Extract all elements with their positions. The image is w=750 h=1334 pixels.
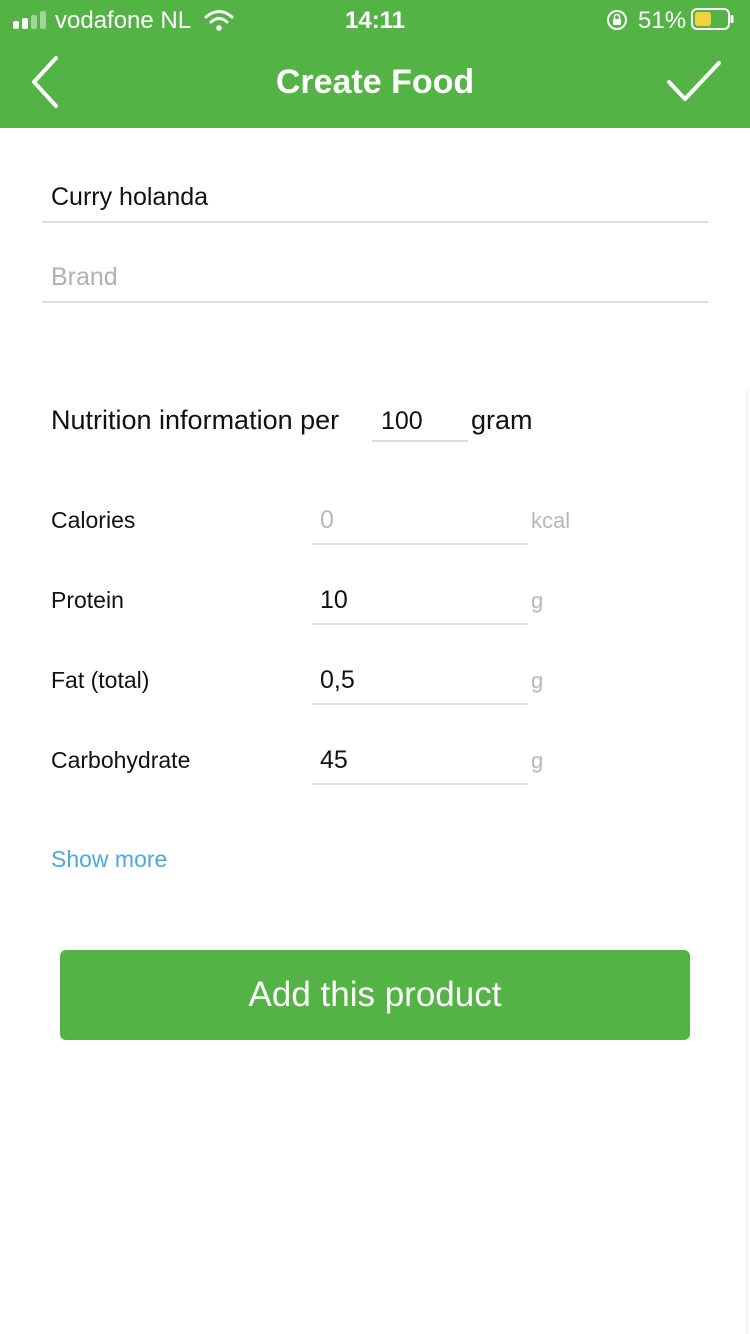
scroll-edge: [746, 390, 748, 1334]
nutrient-unit: g: [531, 668, 544, 693]
battery-percent: 51%: [638, 7, 687, 34]
nutrient-unit: g: [531, 748, 544, 773]
create-food-screen: vodafone NL 14:11 51% Create Food Curry …: [0, 0, 750, 1334]
brand-field[interactable]: [42, 253, 708, 303]
calories-input[interactable]: [312, 497, 528, 543]
nutrient-row-protein: Protein g: [0, 577, 750, 627]
status-bar: vodafone NL 14:11 51%: [0, 0, 750, 40]
add-product-button[interactable]: Add this product: [60, 950, 690, 1040]
nutrient-label: Protein: [51, 587, 124, 613]
battery-icon: [691, 8, 734, 30]
show-more-link[interactable]: Show more: [51, 846, 167, 873]
nutrient-label: Carbohydrate: [51, 747, 191, 773]
nutrient-field[interactable]: [312, 577, 528, 625]
nav-bar: Create Food: [0, 40, 750, 128]
nutrient-label: Fat (total): [51, 667, 150, 693]
serving-size-field[interactable]: [372, 402, 468, 442]
serving-size-unit: gram: [471, 405, 533, 435]
checkmark-icon: [667, 61, 721, 101]
carbohydrate-input[interactable]: [312, 737, 528, 783]
nutrient-field[interactable]: [312, 657, 528, 705]
nutrient-unit: g: [531, 588, 544, 613]
nutrient-unit: kcal: [531, 508, 571, 533]
nutrient-field[interactable]: [312, 497, 528, 545]
serving-size-input[interactable]: [372, 402, 468, 440]
header: vodafone NL 14:11 51% Create Food: [0, 0, 750, 128]
page-title: Create Food: [275, 63, 475, 101]
protein-input[interactable]: [312, 577, 528, 623]
fat-input[interactable]: [312, 657, 528, 703]
food-name-input[interactable]: [42, 173, 708, 221]
food-name-field[interactable]: [42, 173, 708, 223]
nutrient-label: Calories: [51, 507, 136, 533]
serving-size-label: Nutrition information per: [51, 405, 340, 435]
rotation-lock-icon: [607, 10, 627, 30]
nutrient-field[interactable]: [312, 737, 528, 785]
nutrient-row-fat: Fat (total) g: [0, 657, 750, 707]
nutrient-row-carbohydrate: Carbohydrate g: [0, 737, 750, 787]
brand-input[interactable]: [42, 253, 708, 301]
nutrient-row-calories: Calories kcal: [0, 497, 750, 547]
confirm-button[interactable]: [664, 58, 724, 106]
